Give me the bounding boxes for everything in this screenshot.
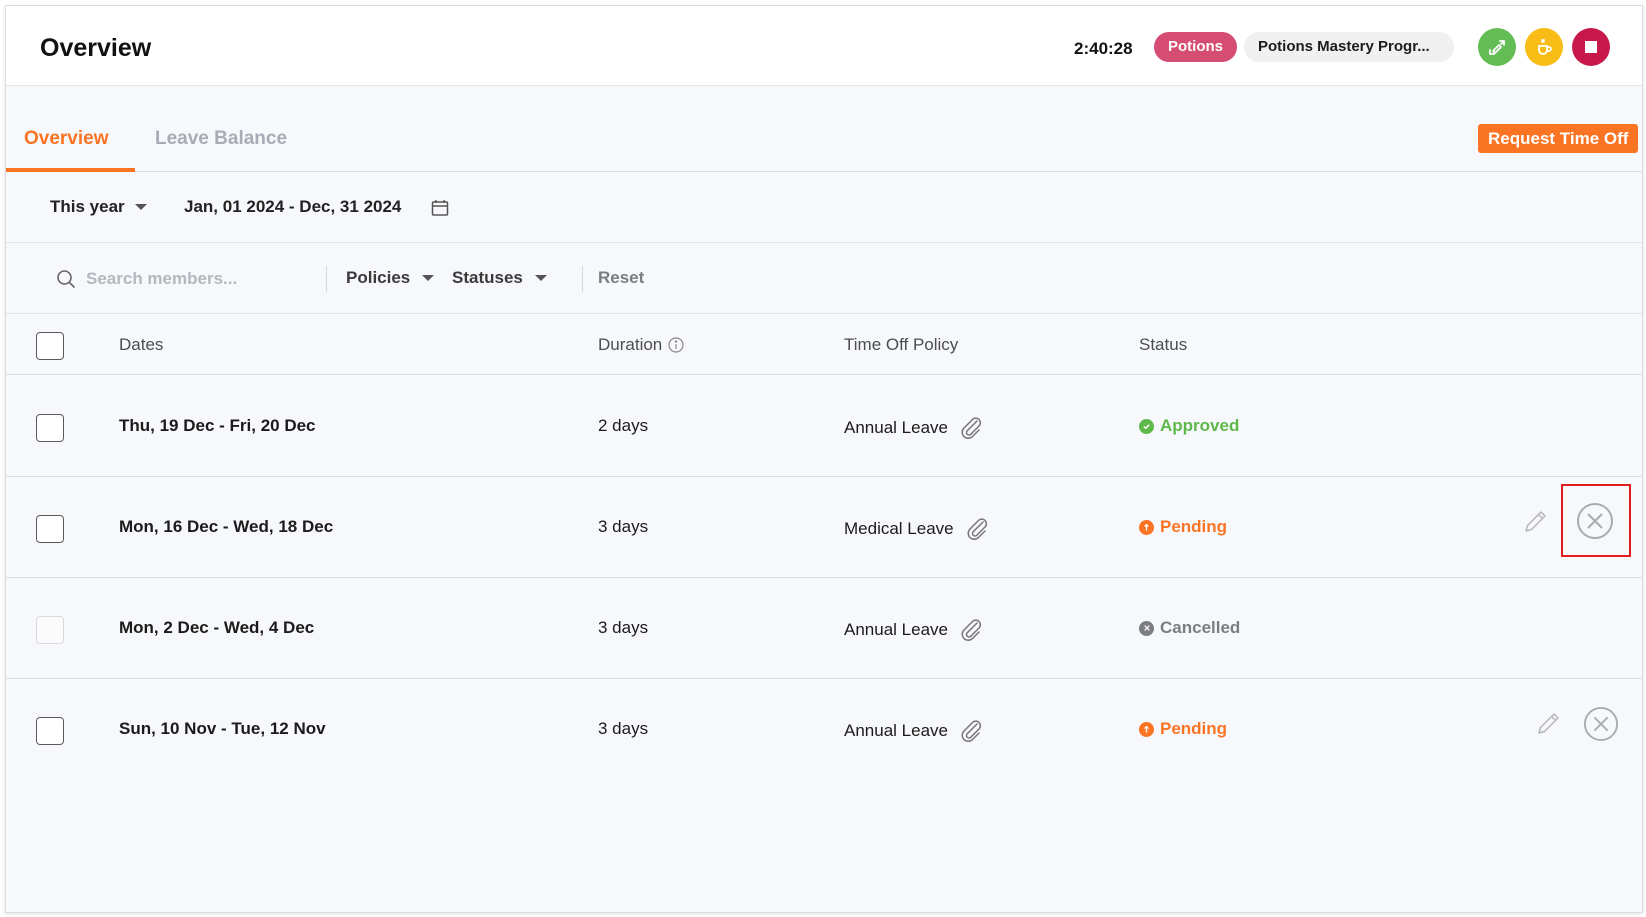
- annotation-highlight-box: [1561, 484, 1631, 557]
- table-row[interactable]: Mon, 16 Dec - Wed, 18 Dec 3 days Medical…: [6, 477, 1642, 578]
- filter-bar: Policies Statuses Reset: [6, 244, 1642, 314]
- row-checkbox[interactable]: [36, 717, 64, 745]
- policy-label: Annual Leave: [844, 418, 948, 437]
- status-label: Pending: [1160, 517, 1228, 536]
- row-checkbox-disabled: [36, 616, 64, 644]
- paperclip-icon[interactable]: [958, 618, 984, 642]
- row-policy: Annual Leave: [844, 719, 984, 743]
- row-checkbox[interactable]: [36, 414, 64, 442]
- statuses-label: Statuses: [452, 268, 523, 287]
- app-window: Overview 2:40:28 Potions Potions Mastery…: [5, 5, 1643, 913]
- calendar-icon[interactable]: [430, 198, 450, 218]
- caret-down-icon: [422, 275, 435, 281]
- status-label: Approved: [1160, 416, 1240, 435]
- reset-filters-button[interactable]: Reset: [598, 268, 644, 288]
- cancel-circle-x-icon[interactable]: [1583, 706, 1619, 742]
- column-header-dates[interactable]: Dates: [119, 335, 163, 355]
- column-header-duration[interactable]: Duration: [598, 335, 684, 355]
- row-dates: Thu, 19 Dec - Fri, 20 Dec: [119, 416, 316, 435]
- date-filter-bar: This year Jan, 01 2024 - Dec, 31 2024: [6, 173, 1642, 243]
- row-dates: Mon, 16 Dec - Wed, 18 Dec: [119, 517, 334, 536]
- break-button[interactable]: [1525, 28, 1563, 66]
- paperclip-icon[interactable]: [958, 719, 984, 743]
- search-members-input[interactable]: [86, 265, 316, 293]
- stop-square-icon: [1585, 41, 1597, 53]
- edit-pencil-icon[interactable]: [1533, 709, 1563, 739]
- row-checkbox[interactable]: [36, 515, 64, 543]
- table-row[interactable]: Mon, 2 Dec - Wed, 4 Dec 3 days Annual Le…: [6, 578, 1642, 679]
- table-row[interactable]: Sun, 10 Nov - Tue, 12 Nov 3 days Annual …: [6, 679, 1642, 780]
- row-duration: 2 days: [598, 416, 649, 435]
- divider: [326, 266, 327, 292]
- timer-readout: 2:40:28: [1074, 39, 1133, 58]
- tab-bar: Overview Leave Balance Request Time Off: [6, 86, 1642, 172]
- policies-dropdown[interactable]: Policies: [346, 268, 435, 288]
- row-policy: Medical Leave: [844, 517, 990, 541]
- row-duration: 3 days: [598, 719, 649, 738]
- arrow-up-circle-icon: [1139, 519, 1154, 535]
- arrow-up-circle-icon: [1139, 721, 1154, 737]
- tag-swap-icon: [1489, 40, 1505, 55]
- tab-leave-balance[interactable]: Leave Balance: [155, 128, 287, 150]
- period-dropdown[interactable]: This year: [50, 197, 147, 217]
- column-header-policy[interactable]: Time Off Policy: [844, 335, 958, 355]
- column-header-status[interactable]: Status: [1139, 335, 1187, 355]
- row-status: Pending: [1139, 517, 1227, 537]
- caret-down-icon: [134, 204, 147, 210]
- date-range[interactable]: Jan, 01 2024 - Dec, 31 2024: [184, 197, 401, 217]
- row-status: Approved: [1139, 416, 1239, 436]
- policies-label: Policies: [346, 268, 411, 287]
- status-label: Cancelled: [1160, 618, 1241, 637]
- request-time-off-button[interactable]: Request Time Off: [1478, 124, 1639, 153]
- policy-label: Annual Leave: [844, 620, 948, 639]
- row-dates: Sun, 10 Nov - Tue, 12 Nov: [119, 719, 326, 738]
- status-label: Pending: [1160, 719, 1228, 738]
- project-badge[interactable]: Potions: [1154, 32, 1237, 62]
- row-duration: 3 days: [598, 618, 649, 637]
- task-badge[interactable]: Potions Mastery Progr...: [1244, 32, 1454, 62]
- policy-label: Annual Leave: [844, 721, 948, 740]
- page-title: Overview: [40, 34, 152, 62]
- active-tab-indicator: [6, 168, 135, 172]
- edit-pencil-icon[interactable]: [1520, 507, 1550, 537]
- row-dates: Mon, 2 Dec - Wed, 4 Dec: [119, 618, 315, 637]
- row-status: Cancelled: [1139, 618, 1240, 638]
- switch-task-button[interactable]: [1478, 28, 1516, 66]
- x-circle-icon: [1139, 620, 1154, 636]
- table-row[interactable]: Thu, 19 Dec - Fri, 20 Dec 2 days Annual …: [6, 376, 1642, 477]
- top-header: Overview 2:40:28 Potions Potions Mastery…: [6, 6, 1642, 86]
- row-status: Pending: [1139, 719, 1227, 739]
- select-all-checkbox[interactable]: [36, 332, 64, 360]
- divider: [582, 266, 583, 292]
- tab-overview[interactable]: Overview: [24, 128, 109, 150]
- table-header: Dates Duration Time Off Policy Status: [6, 315, 1642, 375]
- policy-label: Medical Leave: [844, 519, 954, 538]
- row-duration: 3 days: [598, 517, 649, 536]
- period-label: This year: [50, 197, 125, 216]
- stop-button[interactable]: [1572, 28, 1610, 66]
- coffee-cup-icon: [1538, 39, 1552, 55]
- check-circle-icon: [1139, 418, 1154, 434]
- caret-down-icon: [534, 275, 547, 281]
- row-policy: Annual Leave: [844, 416, 984, 440]
- duration-label: Duration: [598, 335, 663, 354]
- statuses-dropdown[interactable]: Statuses: [452, 268, 547, 288]
- row-policy: Annual Leave: [844, 618, 984, 642]
- search-icon: [57, 270, 75, 288]
- paperclip-icon[interactable]: [958, 416, 984, 440]
- paperclip-icon[interactable]: [964, 517, 990, 541]
- info-icon[interactable]: [668, 337, 684, 353]
